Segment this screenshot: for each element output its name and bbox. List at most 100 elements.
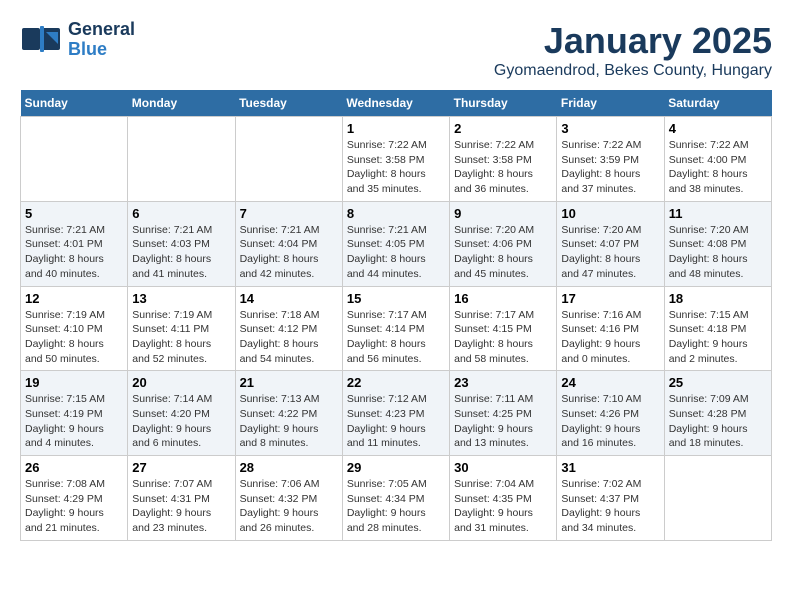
day-number: 5 (25, 206, 123, 221)
day-info: Sunrise: 7:22 AM Sunset: 4:00 PM Dayligh… (669, 138, 767, 197)
day-info: Sunrise: 7:12 AM Sunset: 4:23 PM Dayligh… (347, 392, 445, 451)
logo: General Blue (20, 20, 135, 60)
day-number: 3 (561, 121, 659, 136)
calendar-cell: 5 Sunrise: 7:21 AM Sunset: 4:01 PM Daylig… (21, 201, 128, 286)
day-number: 12 (25, 291, 123, 306)
day-number: 17 (561, 291, 659, 306)
column-header-saturday: Saturday (664, 90, 771, 117)
calendar-cell (235, 117, 342, 202)
day-info: Sunrise: 7:20 AM Sunset: 4:08 PM Dayligh… (669, 223, 767, 282)
calendar-header-row: SundayMondayTuesdayWednesdayThursdayFrid… (21, 90, 772, 117)
calendar-cell: 22 Sunrise: 7:12 AM Sunset: 4:23 PM Dayli… (342, 371, 449, 456)
day-info: Sunrise: 7:21 AM Sunset: 4:05 PM Dayligh… (347, 223, 445, 282)
day-number: 25 (669, 375, 767, 390)
calendar-cell: 4 Sunrise: 7:22 AM Sunset: 4:00 PM Daylig… (664, 117, 771, 202)
logo-blue: Blue (68, 40, 135, 60)
calendar-cell: 23Sunrise: 7:11 AM Sunset: 4:25 PM Dayli… (450, 371, 557, 456)
day-number: 7 (240, 206, 338, 221)
calendar-cell: 25 Sunrise: 7:09 AM Sunset: 4:28 PM Dayli… (664, 371, 771, 456)
day-number: 16 (454, 291, 552, 306)
column-header-sunday: Sunday (21, 90, 128, 117)
logo-general: General (68, 20, 135, 40)
day-number: 28 (240, 460, 338, 475)
calendar-cell: 11 Sunrise: 7:20 AM Sunset: 4:08 PM Dayli… (664, 201, 771, 286)
day-number: 15 (347, 291, 445, 306)
day-number: 20 (132, 375, 230, 390)
day-info: Sunrise: 7:21 AM Sunset: 4:01 PM Dayligh… (25, 223, 123, 282)
day-number: 26 (25, 460, 123, 475)
day-info: Sunrise: 7:18 AM Sunset: 4:12 PM Dayligh… (240, 308, 338, 367)
day-number: 11 (669, 206, 767, 221)
day-number: 9 (454, 206, 552, 221)
day-number: 14 (240, 291, 338, 306)
week-row-3: 12Sunrise: 7:19 AM Sunset: 4:10 PM Dayli… (21, 286, 772, 371)
day-info: Sunrise: 7:13 AM Sunset: 4:22 PM Dayligh… (240, 392, 338, 451)
month-title: January 2025 (494, 20, 772, 62)
day-info: Sunrise: 7:15 AM Sunset: 4:18 PM Dayligh… (669, 308, 767, 367)
day-info: Sunrise: 7:22 AM Sunset: 3:58 PM Dayligh… (347, 138, 445, 197)
day-info: Sunrise: 7:20 AM Sunset: 4:06 PM Dayligh… (454, 223, 552, 282)
day-number: 1 (347, 121, 445, 136)
location-title: Gyomaendrod, Bekes County, Hungary (494, 62, 772, 80)
day-info: Sunrise: 7:17 AM Sunset: 4:15 PM Dayligh… (454, 308, 552, 367)
day-info: Sunrise: 7:14 AM Sunset: 4:20 PM Dayligh… (132, 392, 230, 451)
calendar-cell: 21 Sunrise: 7:13 AM Sunset: 4:22 PM Dayli… (235, 371, 342, 456)
day-info: Sunrise: 7:22 AM Sunset: 3:58 PM Dayligh… (454, 138, 552, 197)
calendar-cell: 18 Sunrise: 7:15 AM Sunset: 4:18 PM Dayli… (664, 286, 771, 371)
calendar-cell (664, 456, 771, 541)
day-info: Sunrise: 7:08 AM Sunset: 4:29 PM Dayligh… (25, 477, 123, 536)
calendar-cell: 12Sunrise: 7:19 AM Sunset: 4:10 PM Dayli… (21, 286, 128, 371)
calendar-cell: 6 Sunrise: 7:21 AM Sunset: 4:03 PM Daylig… (128, 201, 235, 286)
calendar-cell: 8 Sunrise: 7:21 AM Sunset: 4:05 PM Daylig… (342, 201, 449, 286)
day-number: 8 (347, 206, 445, 221)
week-row-5: 26 Sunrise: 7:08 AM Sunset: 4:29 PM Dayli… (21, 456, 772, 541)
calendar-cell: 10Sunrise: 7:20 AM Sunset: 4:07 PM Dayli… (557, 201, 664, 286)
day-info: Sunrise: 7:07 AM Sunset: 4:31 PM Dayligh… (132, 477, 230, 536)
day-number: 18 (669, 291, 767, 306)
calendar-cell: 31 Sunrise: 7:02 AM Sunset: 4:37 PM Dayli… (557, 456, 664, 541)
calendar-cell: 30Sunrise: 7:04 AM Sunset: 4:35 PM Dayli… (450, 456, 557, 541)
title-area: January 2025 Gyomaendrod, Bekes County, … (494, 20, 772, 80)
calendar-cell: 17Sunrise: 7:16 AM Sunset: 4:16 PM Dayli… (557, 286, 664, 371)
day-number: 21 (240, 375, 338, 390)
column-header-wednesday: Wednesday (342, 90, 449, 117)
day-info: Sunrise: 7:22 AM Sunset: 3:59 PM Dayligh… (561, 138, 659, 197)
calendar-cell: 13 Sunrise: 7:19 AM Sunset: 4:11 PM Dayli… (128, 286, 235, 371)
calendar-cell: 26 Sunrise: 7:08 AM Sunset: 4:29 PM Dayli… (21, 456, 128, 541)
column-header-friday: Friday (557, 90, 664, 117)
day-number: 13 (132, 291, 230, 306)
day-number: 31 (561, 460, 659, 475)
calendar-cell: 29 Sunrise: 7:05 AM Sunset: 4:34 PM Dayli… (342, 456, 449, 541)
day-number: 19 (25, 375, 123, 390)
day-info: Sunrise: 7:05 AM Sunset: 4:34 PM Dayligh… (347, 477, 445, 536)
day-info: Sunrise: 7:20 AM Sunset: 4:07 PM Dayligh… (561, 223, 659, 282)
day-info: Sunrise: 7:15 AM Sunset: 4:19 PM Dayligh… (25, 392, 123, 451)
day-info: Sunrise: 7:21 AM Sunset: 4:03 PM Dayligh… (132, 223, 230, 282)
day-number: 4 (669, 121, 767, 136)
calendar-cell: 9 Sunrise: 7:20 AM Sunset: 4:06 PM Daylig… (450, 201, 557, 286)
day-info: Sunrise: 7:02 AM Sunset: 4:37 PM Dayligh… (561, 477, 659, 536)
calendar-cell: 27 Sunrise: 7:07 AM Sunset: 4:31 PM Dayli… (128, 456, 235, 541)
calendar-cell (21, 117, 128, 202)
day-info: Sunrise: 7:06 AM Sunset: 4:32 PM Dayligh… (240, 477, 338, 536)
calendar-cell: 20 Sunrise: 7:14 AM Sunset: 4:20 PM Dayli… (128, 371, 235, 456)
week-row-2: 5 Sunrise: 7:21 AM Sunset: 4:01 PM Daylig… (21, 201, 772, 286)
day-number: 22 (347, 375, 445, 390)
day-info: Sunrise: 7:09 AM Sunset: 4:28 PM Dayligh… (669, 392, 767, 451)
calendar-cell (128, 117, 235, 202)
day-number: 24 (561, 375, 659, 390)
column-header-thursday: Thursday (450, 90, 557, 117)
calendar-cell: 3 Sunrise: 7:22 AM Sunset: 3:59 PM Daylig… (557, 117, 664, 202)
day-number: 29 (347, 460, 445, 475)
week-row-4: 19 Sunrise: 7:15 AM Sunset: 4:19 PM Dayli… (21, 371, 772, 456)
column-header-tuesday: Tuesday (235, 90, 342, 117)
day-number: 27 (132, 460, 230, 475)
calendar-cell: 14 Sunrise: 7:18 AM Sunset: 4:12 PM Dayli… (235, 286, 342, 371)
calendar-cell: 1 Sunrise: 7:22 AM Sunset: 3:58 PM Daylig… (342, 117, 449, 202)
column-header-monday: Monday (128, 90, 235, 117)
calendar-cell: 15Sunrise: 7:17 AM Sunset: 4:14 PM Dayli… (342, 286, 449, 371)
day-info: Sunrise: 7:10 AM Sunset: 4:26 PM Dayligh… (561, 392, 659, 451)
day-info: Sunrise: 7:19 AM Sunset: 4:11 PM Dayligh… (132, 308, 230, 367)
day-number: 6 (132, 206, 230, 221)
day-info: Sunrise: 7:11 AM Sunset: 4:25 PM Dayligh… (454, 392, 552, 451)
